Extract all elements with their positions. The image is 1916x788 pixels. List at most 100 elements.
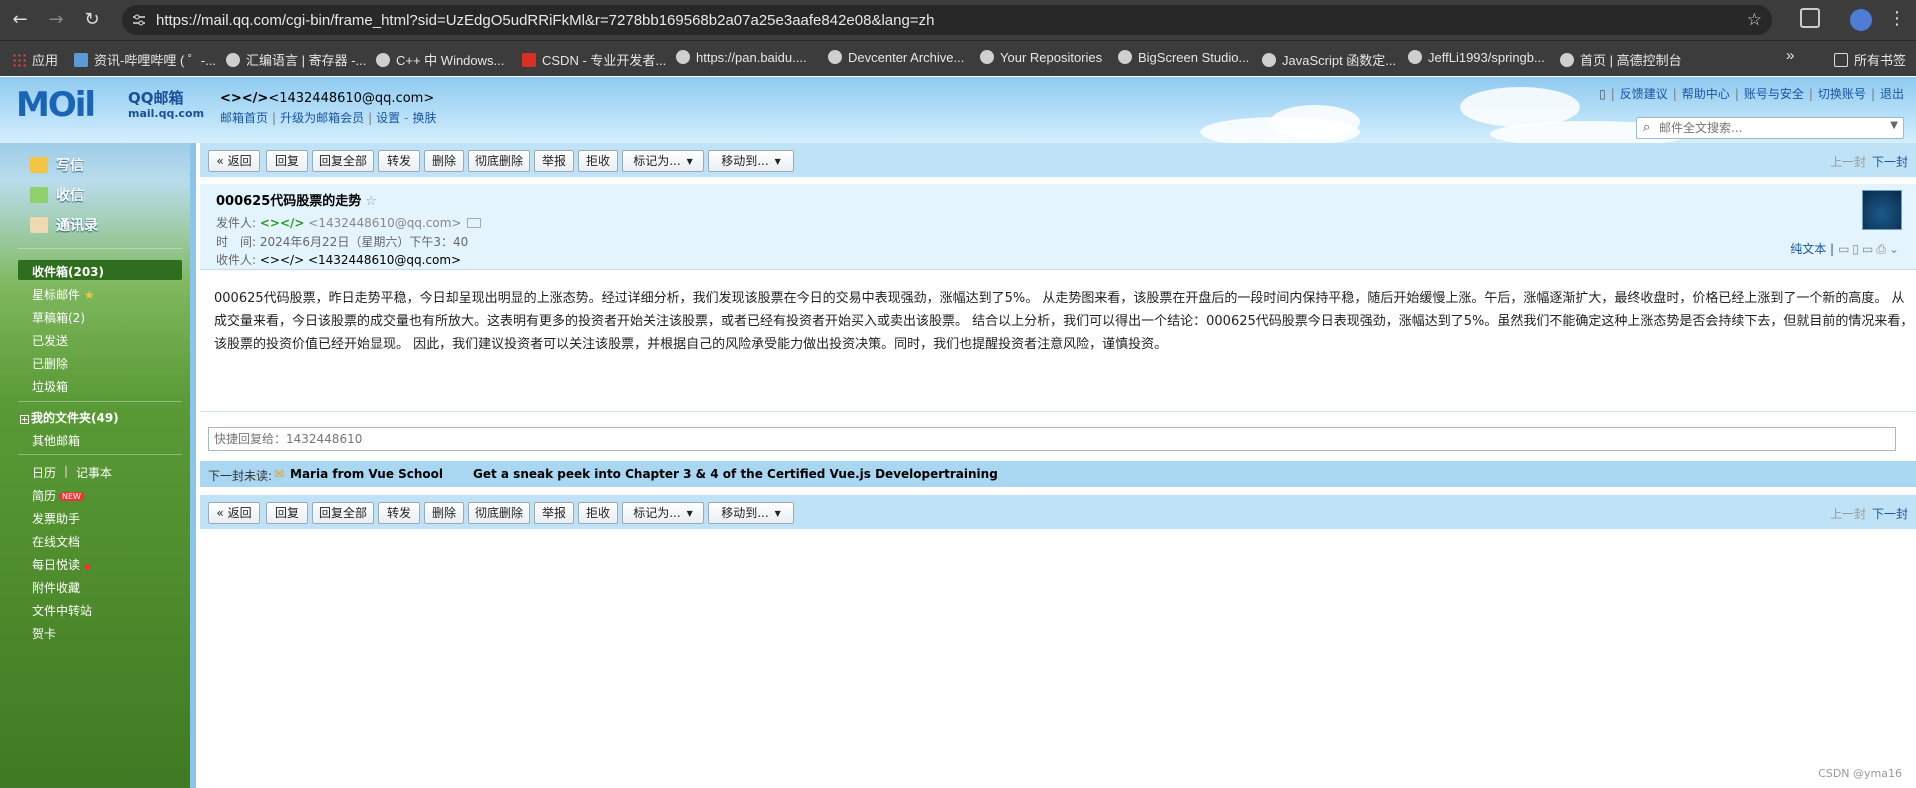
- sidebar-item-file-transfer[interactable]: 文件中转站: [32, 602, 92, 619]
- compose-button[interactable]: 写信: [30, 155, 84, 175]
- url-text[interactable]: https://mail.qq.com/cgi-bin/frame_html?s…: [156, 12, 934, 29]
- prev-mail-link[interactable]: 上一封: [1830, 155, 1866, 169]
- sidebar-item-resume[interactable]: 简历 NEW: [32, 487, 84, 504]
- link-help[interactable]: 帮助中心: [1682, 87, 1730, 101]
- sidebar-item-invoice[interactable]: 发票助手: [32, 510, 80, 527]
- sidebar-item-deleted[interactable]: 已删除: [32, 355, 68, 372]
- sidebar-item-calendar[interactable]: 日历: [32, 464, 56, 481]
- link-mail-home[interactable]: 邮箱首页: [220, 111, 268, 125]
- globe-icon: [1408, 50, 1422, 64]
- permanent-delete-button[interactable]: 彻底删除: [468, 502, 530, 524]
- envelope-icon: ✉: [274, 467, 285, 481]
- bookmark-asm[interactable]: 汇编语言 | 寄存器 -...: [226, 50, 366, 69]
- bookmark-repos[interactable]: Your Repositories: [980, 50, 1102, 65]
- bookmark-springboot[interactable]: JeffLi1993/springb...: [1408, 50, 1545, 65]
- reject-button[interactable]: 拒收: [578, 502, 618, 524]
- chevron-down-icon[interactable]: ▼: [1890, 120, 1898, 131]
- phone-icon[interactable]: ▯: [1599, 87, 1606, 101]
- view-tools-icons[interactable]: ▭▯▭⎙⌄: [1838, 242, 1902, 256]
- contact-card-icon[interactable]: [467, 218, 482, 228]
- sidebar-item-daily-reading[interactable]: 每日悦读 ●: [32, 556, 91, 573]
- sender-nickname[interactable]: <></>: [260, 216, 305, 230]
- link-upgrade-vip[interactable]: 升级为邮箱会员: [280, 111, 364, 125]
- mail-search[interactable]: ⌕ ▼: [1636, 117, 1904, 139]
- bookmark-star-icon[interactable]: ☆: [1747, 10, 1762, 30]
- reload-icon[interactable]: ↻: [80, 8, 104, 32]
- reply-button[interactable]: 回复: [266, 502, 308, 524]
- expand-plus-icon[interactable]: +: [20, 415, 29, 424]
- bookmark-amap[interactable]: 首页 | 高德控制台: [1560, 50, 1682, 69]
- sender-email[interactable]: <1432448610@qq.com>: [308, 216, 461, 230]
- contacts-button[interactable]: 通讯录: [30, 215, 98, 235]
- sidebar-item-notes[interactable]: 记事本: [76, 464, 112, 481]
- delete-button[interactable]: 删除: [424, 150, 464, 172]
- bookmark-baidu-pan[interactable]: https://pan.baidu....: [676, 50, 807, 65]
- all-bookmarks[interactable]: 所有书签: [1834, 50, 1906, 69]
- sidebar-item-docs[interactable]: 在线文档: [32, 533, 80, 550]
- sidebar-item-spam[interactable]: 垃圾箱: [32, 378, 68, 395]
- plain-text-link[interactable]: 纯文本: [1790, 242, 1826, 256]
- sidebar-item-my-folders[interactable]: + 我的文件夹(49): [20, 409, 119, 426]
- next-mail-link[interactable]: 下一封: [1872, 507, 1908, 521]
- sidebar-item-drafts[interactable]: 草稿箱(2): [32, 309, 85, 326]
- reply-all-button[interactable]: 回复全部: [312, 502, 374, 524]
- bookmark-bilibili[interactable]: 资讯-哔哩哔哩 ( ゜-...: [74, 50, 216, 69]
- link-feedback[interactable]: 反馈建议: [1620, 87, 1668, 101]
- prev-mail-link[interactable]: 上一封: [1830, 507, 1866, 521]
- link-switch-account[interactable]: 切换账号: [1818, 87, 1866, 101]
- move-to-dropdown[interactable]: 移动到... ▼: [708, 502, 794, 524]
- extensions-icon[interactable]: [1800, 8, 1820, 28]
- cloud-decoration: [1270, 105, 1360, 139]
- report-button[interactable]: 举报: [534, 502, 574, 524]
- bookmark-bigscreen[interactable]: BigScreen Studio...: [1118, 50, 1249, 65]
- back-button[interactable]: « 返回: [208, 150, 260, 172]
- qq-mail-logo[interactable]: MOil: [16, 85, 96, 125]
- menu-icon[interactable]: ⋮: [1888, 8, 1906, 29]
- reply-all-button[interactable]: 回复全部: [312, 150, 374, 172]
- bookmark-cpp[interactable]: C++ 中 Windows...: [376, 50, 504, 69]
- sidebar-item-inbox[interactable]: 收件箱(203): [32, 263, 104, 280]
- link-account-security[interactable]: 账号与安全: [1744, 87, 1804, 101]
- sidebar-item-greeting-cards[interactable]: 贺卡: [32, 625, 56, 642]
- next-unread-subject[interactable]: Get a sneak peek into Chapter 3 & 4 of t…: [473, 467, 998, 481]
- move-to-dropdown[interactable]: 移动到... ▼: [708, 150, 794, 172]
- forward-icon[interactable]: →: [44, 8, 68, 32]
- profile-avatar-icon[interactable]: [1850, 9, 1872, 31]
- chevron-down-icon: ▼: [774, 157, 781, 166]
- address-bar[interactable]: https://mail.qq.com/cgi-bin/frame_html?s…: [122, 5, 1772, 35]
- recipient[interactable]: <></> <1432448610@qq.com>: [260, 253, 461, 267]
- quick-reply-box[interactable]: [208, 427, 1896, 451]
- bookmark-javascript[interactable]: JavaScript 函数定...: [1262, 50, 1396, 69]
- receive-button[interactable]: 收信: [30, 185, 84, 205]
- next-unread-sender[interactable]: Maria from Vue School: [290, 467, 443, 481]
- mark-as-dropdown[interactable]: 标记为... ▼: [622, 150, 704, 172]
- link-settings[interactable]: 设置: [376, 111, 400, 125]
- link-change-skin[interactable]: 换肤: [412, 111, 436, 125]
- mark-as-dropdown[interactable]: 标记为... ▼: [622, 502, 704, 524]
- sidebar-item-sent[interactable]: 已发送: [32, 332, 68, 349]
- forward-button[interactable]: 转发: [378, 150, 420, 172]
- bookmark-apps[interactable]: 应用: [12, 50, 58, 69]
- permanent-delete-button[interactable]: 彻底删除: [468, 150, 530, 172]
- bookmark-csdn[interactable]: CSDN - 专业开发者...: [522, 50, 666, 69]
- bookmark-devcenter[interactable]: Devcenter Archive...: [828, 50, 964, 65]
- back-button[interactable]: « 返回: [208, 502, 260, 524]
- delete-button[interactable]: 删除: [424, 502, 464, 524]
- bookmarks-overflow-icon[interactable]: »: [1786, 47, 1794, 64]
- bilibili-icon: [74, 53, 88, 67]
- sender-avatar[interactable]: [1862, 190, 1902, 230]
- forward-button[interactable]: 转发: [378, 502, 420, 524]
- reject-button[interactable]: 拒收: [578, 150, 618, 172]
- site-settings-icon[interactable]: [132, 13, 146, 27]
- search-input[interactable]: [1659, 120, 1874, 136]
- quick-reply-input[interactable]: [209, 428, 1895, 450]
- back-icon[interactable]: ←: [8, 8, 32, 32]
- sidebar-item-starred[interactable]: 星标邮件 ★: [32, 286, 95, 303]
- sidebar-item-other-mailbox[interactable]: 其他邮箱: [32, 432, 80, 449]
- next-mail-link[interactable]: 下一封: [1872, 155, 1908, 169]
- star-outline-icon[interactable]: ☆: [365, 194, 377, 209]
- sidebar-item-attachments[interactable]: 附件收藏: [32, 579, 80, 596]
- report-button[interactable]: 举报: [534, 150, 574, 172]
- reply-button[interactable]: 回复: [266, 150, 308, 172]
- link-logout[interactable]: 退出: [1880, 87, 1904, 101]
